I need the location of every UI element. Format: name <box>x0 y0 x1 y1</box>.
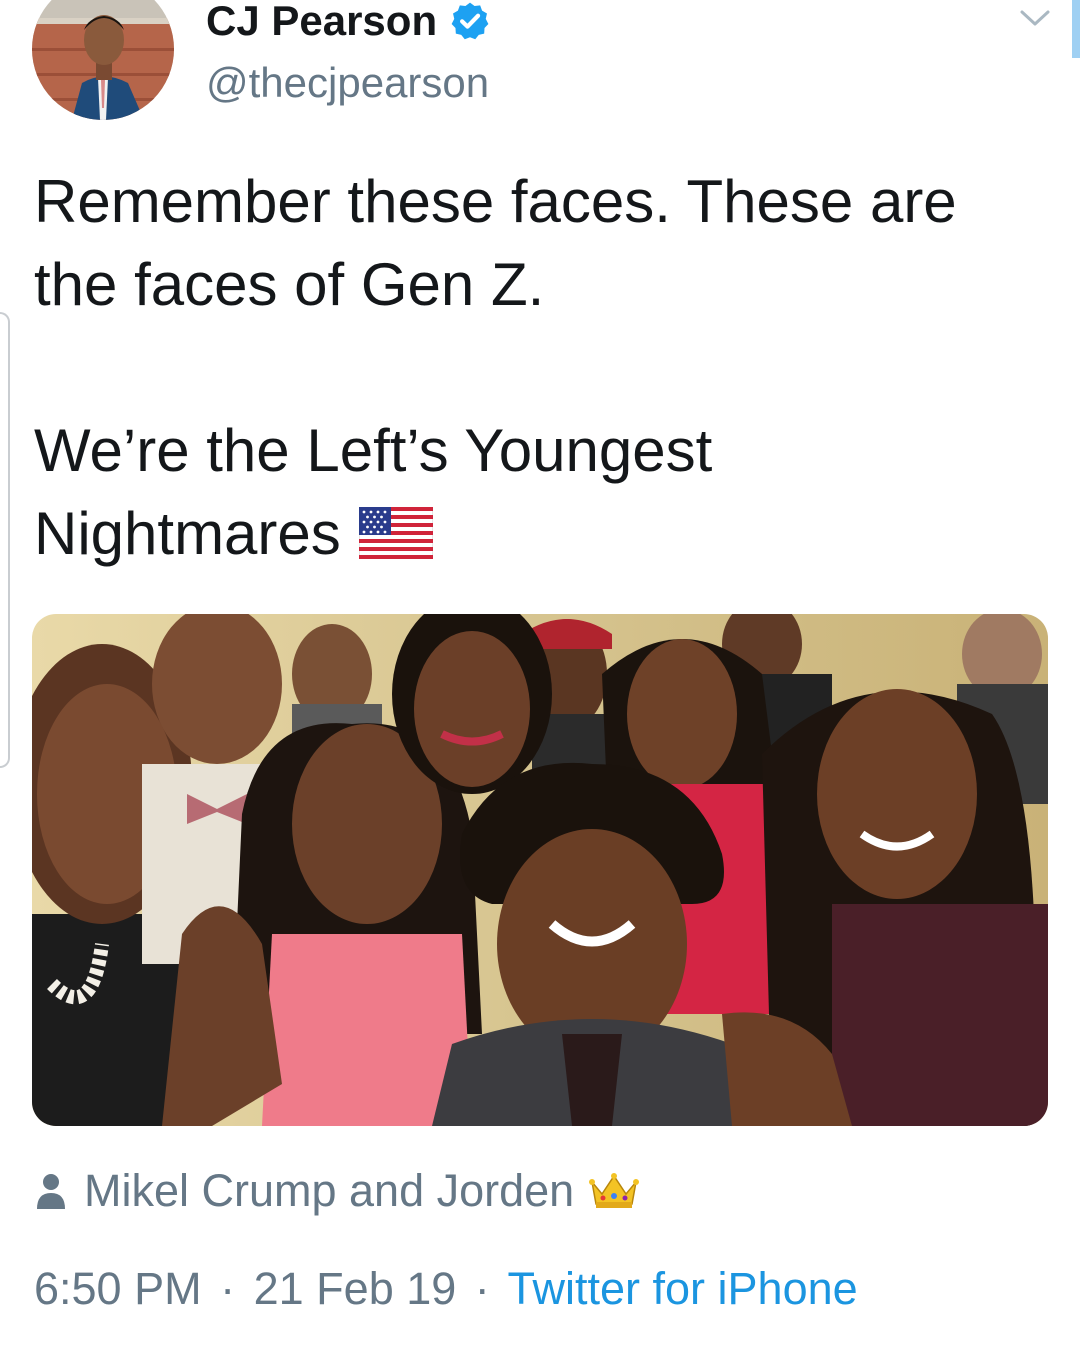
tweet-time[interactable]: 6:50 PM <box>34 1263 202 1314</box>
scroll-indicator[interactable] <box>1072 0 1080 58</box>
tweet-text: Remember these faces. These are the face… <box>34 160 1044 575</box>
tweet-line: Remember these faces. These are <box>34 168 957 235</box>
tweet-line: Nightmares <box>34 500 341 567</box>
verified-badge-icon <box>451 2 489 40</box>
separator: · <box>220 1263 236 1314</box>
edge-handle[interactable] <box>0 312 10 768</box>
tweet-meta: 6:50 PM · 21 Feb 19 · Twitter for iPhone <box>34 1262 858 1316</box>
tweet-photo[interactable] <box>32 614 1048 1126</box>
display-name[interactable]: CJ Pearson <box>206 0 437 44</box>
group-photo <box>32 614 1048 1126</box>
crown-emoji <box>589 1173 640 1208</box>
profile-photo <box>32 0 174 120</box>
us-flag-emoji <box>358 507 433 560</box>
tagged-names: Mikel Crump and Jorden <box>84 1165 575 1216</box>
tweet-line: We’re the Left’s Youngest <box>34 417 713 484</box>
tweet-line-with-emoji: Nightmares <box>34 492 1044 575</box>
tweet-source-link[interactable]: Twitter for iPhone <box>508 1263 858 1314</box>
avatar[interactable] <box>32 0 174 120</box>
tweet-line: the faces of Gen Z. <box>34 251 545 318</box>
separator: · <box>474 1263 490 1314</box>
tweet-date[interactable]: 21 Feb 19 <box>254 1263 457 1314</box>
chevron-down-icon[interactable] <box>1018 6 1052 30</box>
user-handle[interactable]: @thecjpearson <box>206 58 489 108</box>
author-name-row[interactable]: CJ Pearson <box>206 0 491 44</box>
person-icon <box>37 1174 65 1209</box>
tagged-people-link[interactable]: Mikel Crump and Jorden <box>36 1164 640 1218</box>
